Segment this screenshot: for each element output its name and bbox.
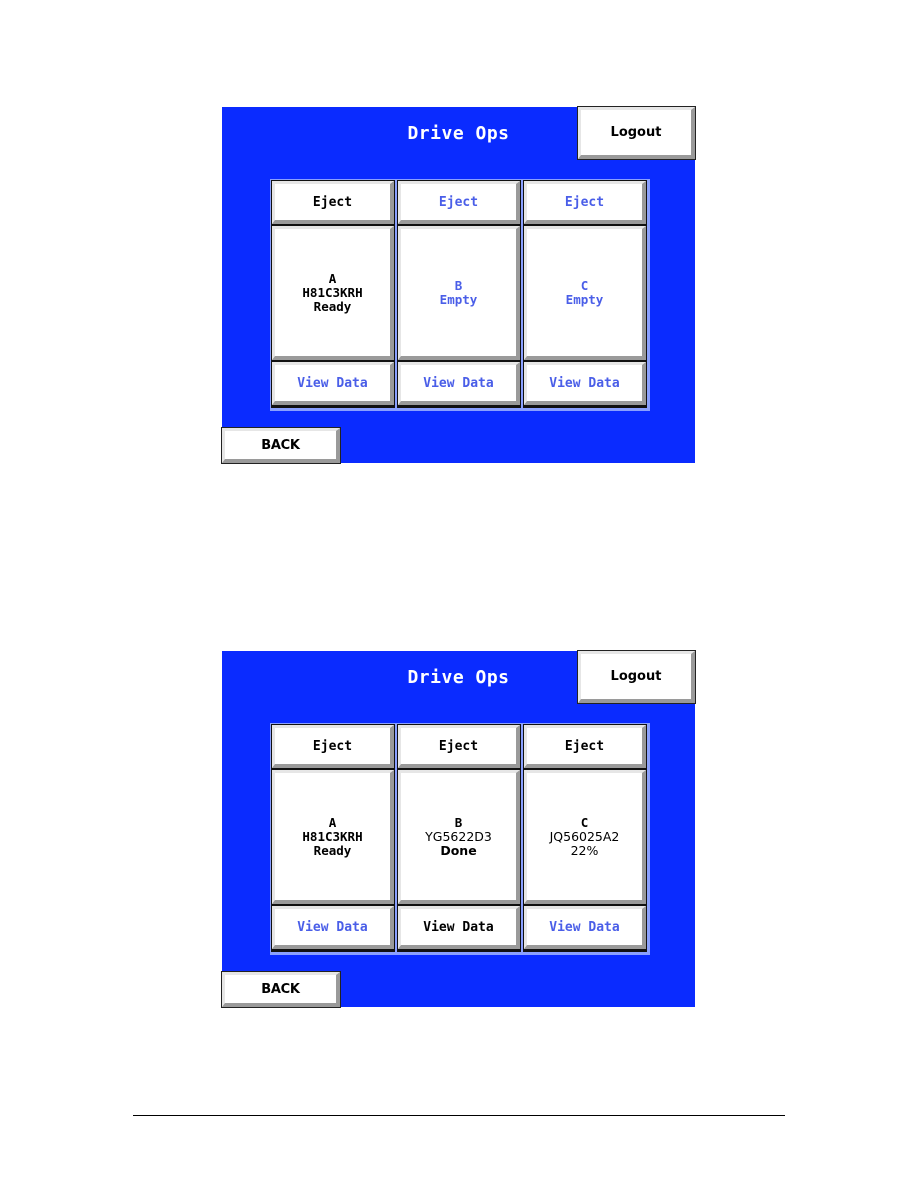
eject-button-b[interactable]: Eject	[398, 725, 520, 768]
footer-divider	[133, 1115, 785, 1116]
drive-column-a: Eject A H81C3KRH Ready View Data	[271, 180, 395, 408]
view-data-button-b[interactable]: View Data	[398, 362, 520, 405]
drive-serial: H81C3KRH	[302, 828, 363, 844]
drive-ops-screen-1: Drive Ops Logout Eject A H81C3KRH Ready …	[221, 106, 696, 464]
eject-button-c[interactable]: Eject	[524, 181, 646, 224]
drive-column-a: Eject A H81C3KRH Ready View Data	[271, 724, 395, 952]
drive-status: Empty	[439, 291, 478, 307]
eject-button-a[interactable]: Eject	[272, 181, 394, 224]
drive-letter: A	[328, 814, 337, 830]
drive-ops-screen-2: Drive Ops Logout Eject A H81C3KRH Ready …	[221, 650, 696, 1008]
drive-letter: C	[580, 814, 589, 830]
drive-column-c: Eject C Empty View Data	[523, 180, 647, 408]
drive-letter: B	[454, 814, 463, 830]
eject-button-a[interactable]: Eject	[272, 725, 394, 768]
drive-info-c[interactable]: C Empty	[524, 226, 646, 360]
drive-letter: A	[328, 270, 337, 286]
drive-info-a[interactable]: A H81C3KRH Ready	[272, 226, 394, 360]
drive-status: Empty	[565, 291, 604, 307]
drive-info-a[interactable]: A H81C3KRH Ready	[272, 770, 394, 904]
view-data-button-c[interactable]: View Data	[524, 906, 646, 949]
drive-status: Ready	[313, 842, 352, 858]
drive-status: Ready	[313, 298, 352, 314]
drive-column-b: Eject B Empty View Data	[397, 180, 521, 408]
drive-column-c: Eject C JQ56025A2 22% View Data	[523, 724, 647, 952]
drive-info-c[interactable]: C JQ56025A2 22%	[524, 770, 646, 904]
view-data-button-a[interactable]: View Data	[272, 906, 394, 949]
drive-status: Done	[440, 842, 477, 858]
view-data-button-c[interactable]: View Data	[524, 362, 646, 405]
drive-info-b[interactable]: B Empty	[398, 226, 520, 360]
drive-column-b: Eject B YG5622D3 Done View Data	[397, 724, 521, 952]
logout-button[interactable]: Logout	[577, 106, 696, 160]
drive-serial: YG5622D3	[425, 828, 492, 844]
drive-grid: Eject A H81C3KRH Ready View Data Eject B…	[270, 723, 650, 955]
drive-info-b[interactable]: B YG5622D3 Done	[398, 770, 520, 904]
drive-serial: JQ56025A2	[549, 828, 620, 844]
back-button[interactable]: BACK	[221, 971, 341, 1008]
drive-grid: Eject A H81C3KRH Ready View Data Eject B…	[270, 179, 650, 411]
drive-letter: B	[454, 277, 463, 293]
eject-button-b[interactable]: Eject	[398, 181, 520, 224]
eject-button-c[interactable]: Eject	[524, 725, 646, 768]
drive-serial: H81C3KRH	[302, 284, 363, 300]
view-data-button-b[interactable]: View Data	[398, 906, 520, 949]
drive-letter: C	[580, 277, 589, 293]
logout-button[interactable]: Logout	[577, 650, 696, 704]
back-button[interactable]: BACK	[221, 427, 341, 464]
view-data-button-a[interactable]: View Data	[272, 362, 394, 405]
drive-progress: 22%	[570, 842, 599, 858]
